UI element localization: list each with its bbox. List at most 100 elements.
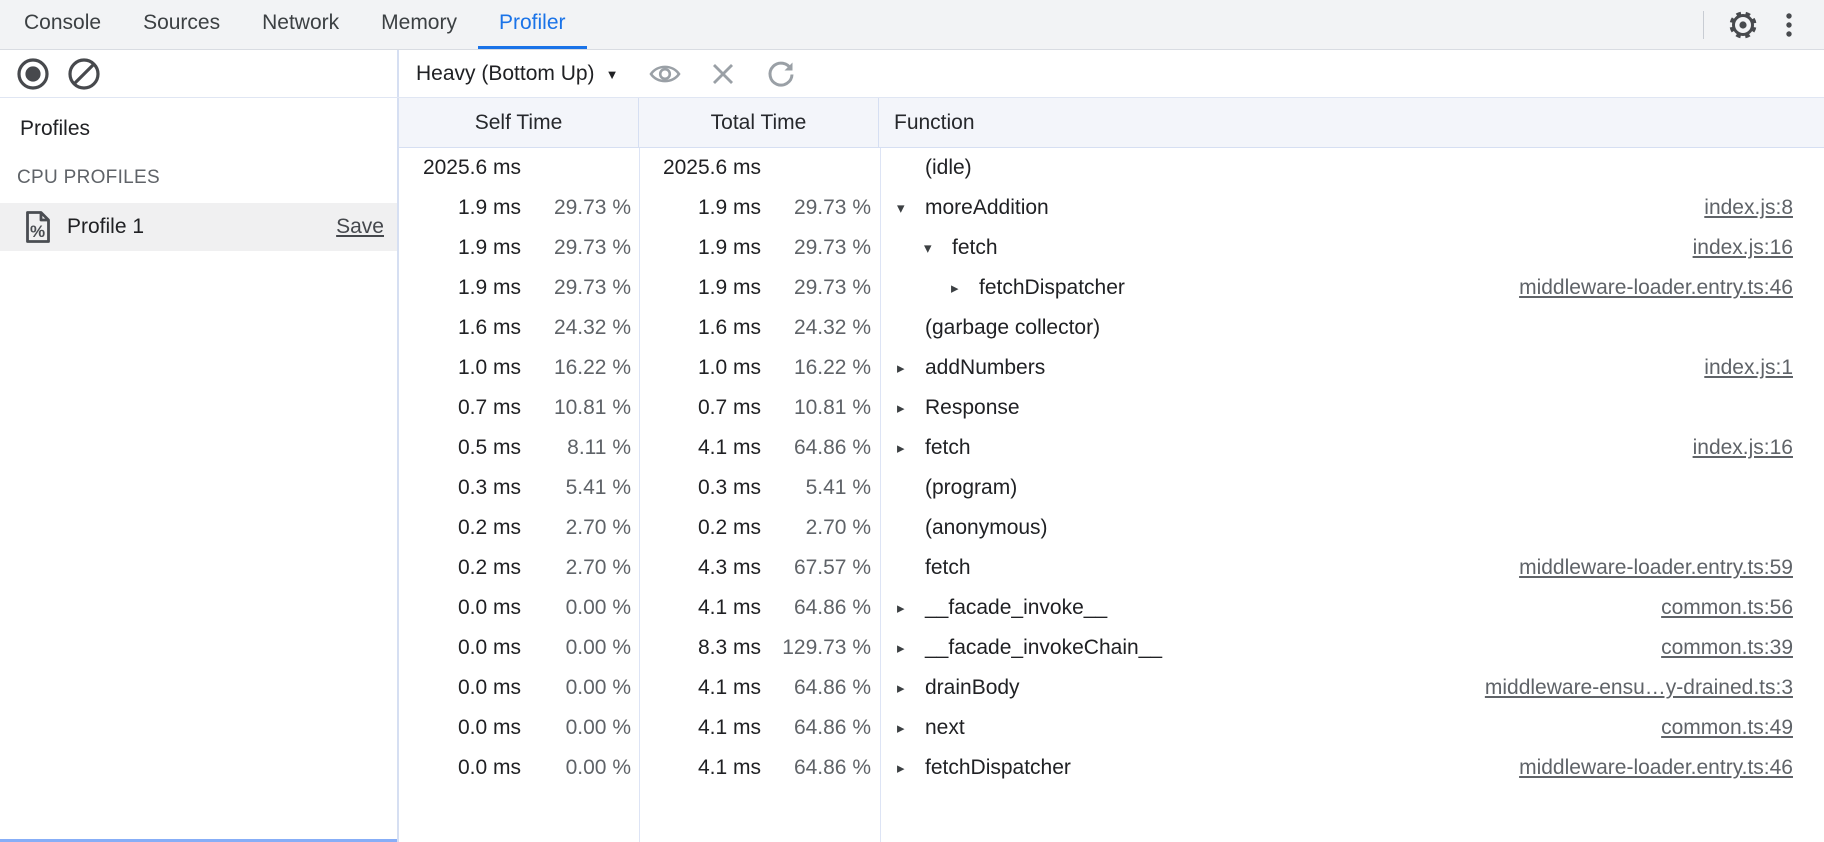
- expand-arrow-icon[interactable]: ▸: [897, 601, 925, 616]
- self-time-percent: 29.73 %: [521, 196, 631, 220]
- self-time-cell: 0.2 ms2.70 %: [399, 556, 640, 580]
- expand-arrow-icon[interactable]: ▸: [897, 641, 925, 656]
- tabbar-right-controls: [1703, 0, 1824, 49]
- tab-network[interactable]: Network: [241, 0, 360, 49]
- column-separator: [880, 148, 881, 842]
- self-time-ms: 2025.6 ms: [400, 156, 521, 180]
- function-name: (garbage collector): [925, 316, 1100, 340]
- total-time-percent: 29.73 %: [761, 236, 871, 260]
- view-mode-select[interactable]: Heavy (Bottom Up) ▼: [416, 62, 618, 86]
- table-row[interactable]: 1.9 ms29.73 %1.9 ms29.73 %▾fetchindex.js…: [399, 228, 1824, 268]
- table-row[interactable]: 0.0 ms0.00 %4.1 ms64.86 %▸drainBodymiddl…: [399, 668, 1824, 708]
- focus-selected-button[interactable]: [642, 51, 688, 97]
- collapse-arrow-icon[interactable]: ▾: [924, 241, 952, 256]
- total-time-percent: [761, 156, 871, 180]
- total-time-ms: 4.1 ms: [640, 596, 761, 620]
- table-row[interactable]: 0.0 ms0.00 %4.1 ms64.86 %▸__facade_invok…: [399, 588, 1824, 628]
- function-cell: (idle): [880, 148, 1824, 188]
- tab-console[interactable]: Console: [3, 0, 122, 49]
- more-options-button[interactable]: [1766, 2, 1812, 48]
- source-location-link[interactable]: index.js:8: [1704, 196, 1793, 220]
- self-time-percent: 0.00 %: [521, 676, 631, 700]
- expand-arrow-icon[interactable]: ▸: [897, 761, 925, 776]
- column-header-function[interactable]: Function: [879, 98, 1824, 147]
- source-location-link[interactable]: middleware-ensu…y-drained.ts:3: [1485, 676, 1793, 700]
- tab-sources[interactable]: Sources: [122, 0, 241, 49]
- total-time-ms: 1.9 ms: [640, 196, 761, 220]
- tab-memory[interactable]: Memory: [360, 0, 478, 49]
- clear-button[interactable]: [61, 51, 107, 97]
- table-row[interactable]: 1.9 ms29.73 %1.9 ms29.73 %▸fetchDispatch…: [399, 268, 1824, 308]
- function-cell: (garbage collector): [880, 308, 1824, 348]
- expand-arrow-icon[interactable]: ▸: [951, 281, 979, 296]
- function-name: fetch: [952, 236, 998, 260]
- total-time-ms: 4.3 ms: [640, 556, 761, 580]
- collapse-arrow-icon[interactable]: ▾: [897, 201, 925, 216]
- function-name: drainBody: [925, 676, 1020, 700]
- total-time-percent: 2.70 %: [761, 516, 871, 540]
- total-time-cell: 2025.6 ms: [640, 156, 880, 180]
- self-time-cell: 0.7 ms10.81 %: [399, 396, 640, 420]
- source-location-link[interactable]: index.js:16: [1693, 436, 1793, 460]
- record-button[interactable]: [10, 51, 56, 97]
- self-time-ms: 1.6 ms: [400, 316, 521, 340]
- expand-arrow-icon[interactable]: ▸: [897, 361, 925, 376]
- function-cell: ▸__facade_invokeChain__common.ts:39: [880, 628, 1824, 668]
- exclude-selected-button[interactable]: [700, 51, 746, 97]
- table-row[interactable]: 0.7 ms10.81 %0.7 ms10.81 %▸Response: [399, 388, 1824, 428]
- source-location-link[interactable]: common.ts:39: [1661, 636, 1793, 660]
- record-icon: [16, 57, 50, 91]
- self-time-percent: 0.00 %: [521, 756, 631, 780]
- svg-text:%: %: [30, 222, 45, 241]
- source-location-link[interactable]: common.ts:56: [1661, 596, 1793, 620]
- total-time-ms: 1.9 ms: [640, 276, 761, 300]
- total-time-ms: 1.0 ms: [640, 356, 761, 380]
- source-location-link[interactable]: common.ts:49: [1661, 716, 1793, 740]
- restore-all-button[interactable]: [758, 51, 804, 97]
- source-location-link[interactable]: index.js:1: [1704, 356, 1793, 380]
- source-location-link[interactable]: middleware-loader.entry.ts:59: [1519, 556, 1793, 580]
- function-cell: ▸fetchDispatchermiddleware-loader.entry.…: [880, 748, 1824, 788]
- tab-profiler[interactable]: Profiler: [478, 0, 587, 49]
- column-separator: [639, 148, 640, 842]
- source-location-link[interactable]: middleware-loader.entry.ts:46: [1519, 756, 1793, 780]
- total-time-percent: 64.86 %: [761, 676, 871, 700]
- function-cell: ▾fetch index.js:16: [880, 228, 1824, 268]
- expand-arrow-icon[interactable]: ▸: [897, 441, 925, 456]
- table-row[interactable]: 0.0 ms0.00 %4.1 ms64.86 %▸fetchDispatche…: [399, 748, 1824, 788]
- table-row[interactable]: 0.5 ms8.11 %4.1 ms64.86 %▸fetchindex.js:…: [399, 428, 1824, 468]
- function-cell: ▾moreAdditionindex.js:8: [880, 188, 1824, 228]
- table-row[interactable]: 0.2 ms2.70 %0.2 ms2.70 %(anonymous): [399, 508, 1824, 548]
- source-location-link[interactable]: middleware-loader.entry.ts:46: [1519, 276, 1793, 300]
- total-time-ms: 8.3 ms: [640, 636, 761, 660]
- total-time-cell: 0.3 ms5.41 %: [640, 476, 880, 500]
- refresh-icon: [765, 58, 797, 90]
- source-location-link[interactable]: index.js:16: [1693, 236, 1793, 260]
- table-row[interactable]: 0.3 ms5.41 %0.3 ms5.41 %(program): [399, 468, 1824, 508]
- self-time-ms: 1.0 ms: [400, 356, 521, 380]
- table-row[interactable]: 2025.6 ms2025.6 ms(idle): [399, 148, 1824, 188]
- save-profile-link[interactable]: Save: [336, 215, 384, 239]
- total-time-percent: 24.32 %: [761, 316, 871, 340]
- table-row[interactable]: 1.0 ms16.22 %1.0 ms16.22 %▸addNumbersind…: [399, 348, 1824, 388]
- table-row[interactable]: 0.0 ms0.00 %4.1 ms64.86 %▸nextcommon.ts:…: [399, 708, 1824, 748]
- expand-arrow-icon[interactable]: ▸: [897, 681, 925, 696]
- column-header-self-time[interactable]: Self Time: [399, 98, 639, 147]
- table-row[interactable]: 0.2 ms2.70 %4.3 ms67.57 %fetchmiddleware…: [399, 548, 1824, 588]
- expand-arrow-icon[interactable]: ▸: [897, 401, 925, 416]
- table-row[interactable]: 1.9 ms29.73 %1.9 ms29.73 %▾moreAdditioni…: [399, 188, 1824, 228]
- self-time-ms: 0.5 ms: [400, 436, 521, 460]
- self-time-percent: 0.00 %: [521, 636, 631, 660]
- expand-arrow-icon[interactable]: ▸: [897, 721, 925, 736]
- total-time-ms: 1.6 ms: [640, 316, 761, 340]
- total-time-cell: 1.9 ms29.73 %: [640, 236, 880, 260]
- self-time-cell: 1.9 ms29.73 %: [399, 196, 640, 220]
- sidebar-item-profile-1[interactable]: % Profile 1 Save: [0, 203, 397, 251]
- table-row[interactable]: 1.6 ms24.32 %1.6 ms24.32 %(garbage colle…: [399, 308, 1824, 348]
- function-name: Response: [925, 396, 1020, 420]
- self-time-percent: 8.11 %: [521, 436, 631, 460]
- toolbar-divider: [1703, 11, 1704, 39]
- column-header-total-time[interactable]: Total Time: [639, 98, 879, 147]
- settings-button[interactable]: [1720, 2, 1766, 48]
- table-row[interactable]: 0.0 ms0.00 %8.3 ms129.73 %▸__facade_invo…: [399, 628, 1824, 668]
